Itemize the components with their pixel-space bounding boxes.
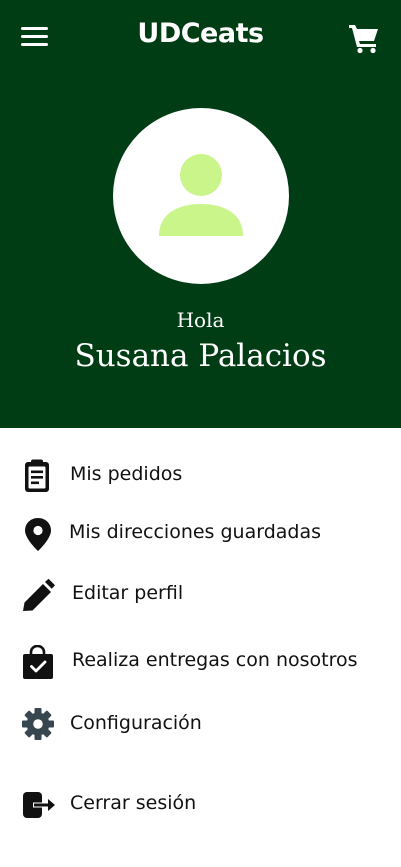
menu-item-label: Cerrar sesión [70,792,197,814]
menu-item-cerrar-sesion[interactable]: Cerrar sesión [0,779,401,829]
cart-icon[interactable] [346,20,382,54]
app-title: UDCeats [137,18,264,49]
profile-header: UDCeats Hola Susana Palacios [0,0,401,428]
gear-icon [20,708,56,742]
location-pin-icon [20,517,56,551]
greeting-text: Hola [176,308,225,332]
pencil-icon [20,578,56,612]
menu-item-mis-pedidos[interactable]: Mis pedidos [0,450,401,500]
logout-icon [20,788,56,822]
menu-item-editar-perfil[interactable]: Editar perfil [0,569,401,619]
user-name: Susana Palacios [74,338,327,374]
user-icon [159,154,243,236]
clipboard-icon [20,459,56,493]
menu-item-label: Mis pedidos [70,463,183,485]
menu-item-label: Mis direcciones guardadas [69,521,322,543]
menu-item-mis-direcciones[interactable]: Mis direcciones guardadas [0,508,401,558]
menu-item-realiza-entregas[interactable]: Realiza entregas con nosotros [0,636,401,686]
avatar[interactable] [113,108,289,284]
menu-item-label: Editar perfil [72,582,184,604]
menu-item-label: Realiza entregas con nosotros [72,649,358,671]
menu-item-label: Configuración [70,712,202,734]
menu-item-configuracion[interactable]: Configuración [0,699,401,749]
shopping-bag-check-icon [20,644,56,679]
